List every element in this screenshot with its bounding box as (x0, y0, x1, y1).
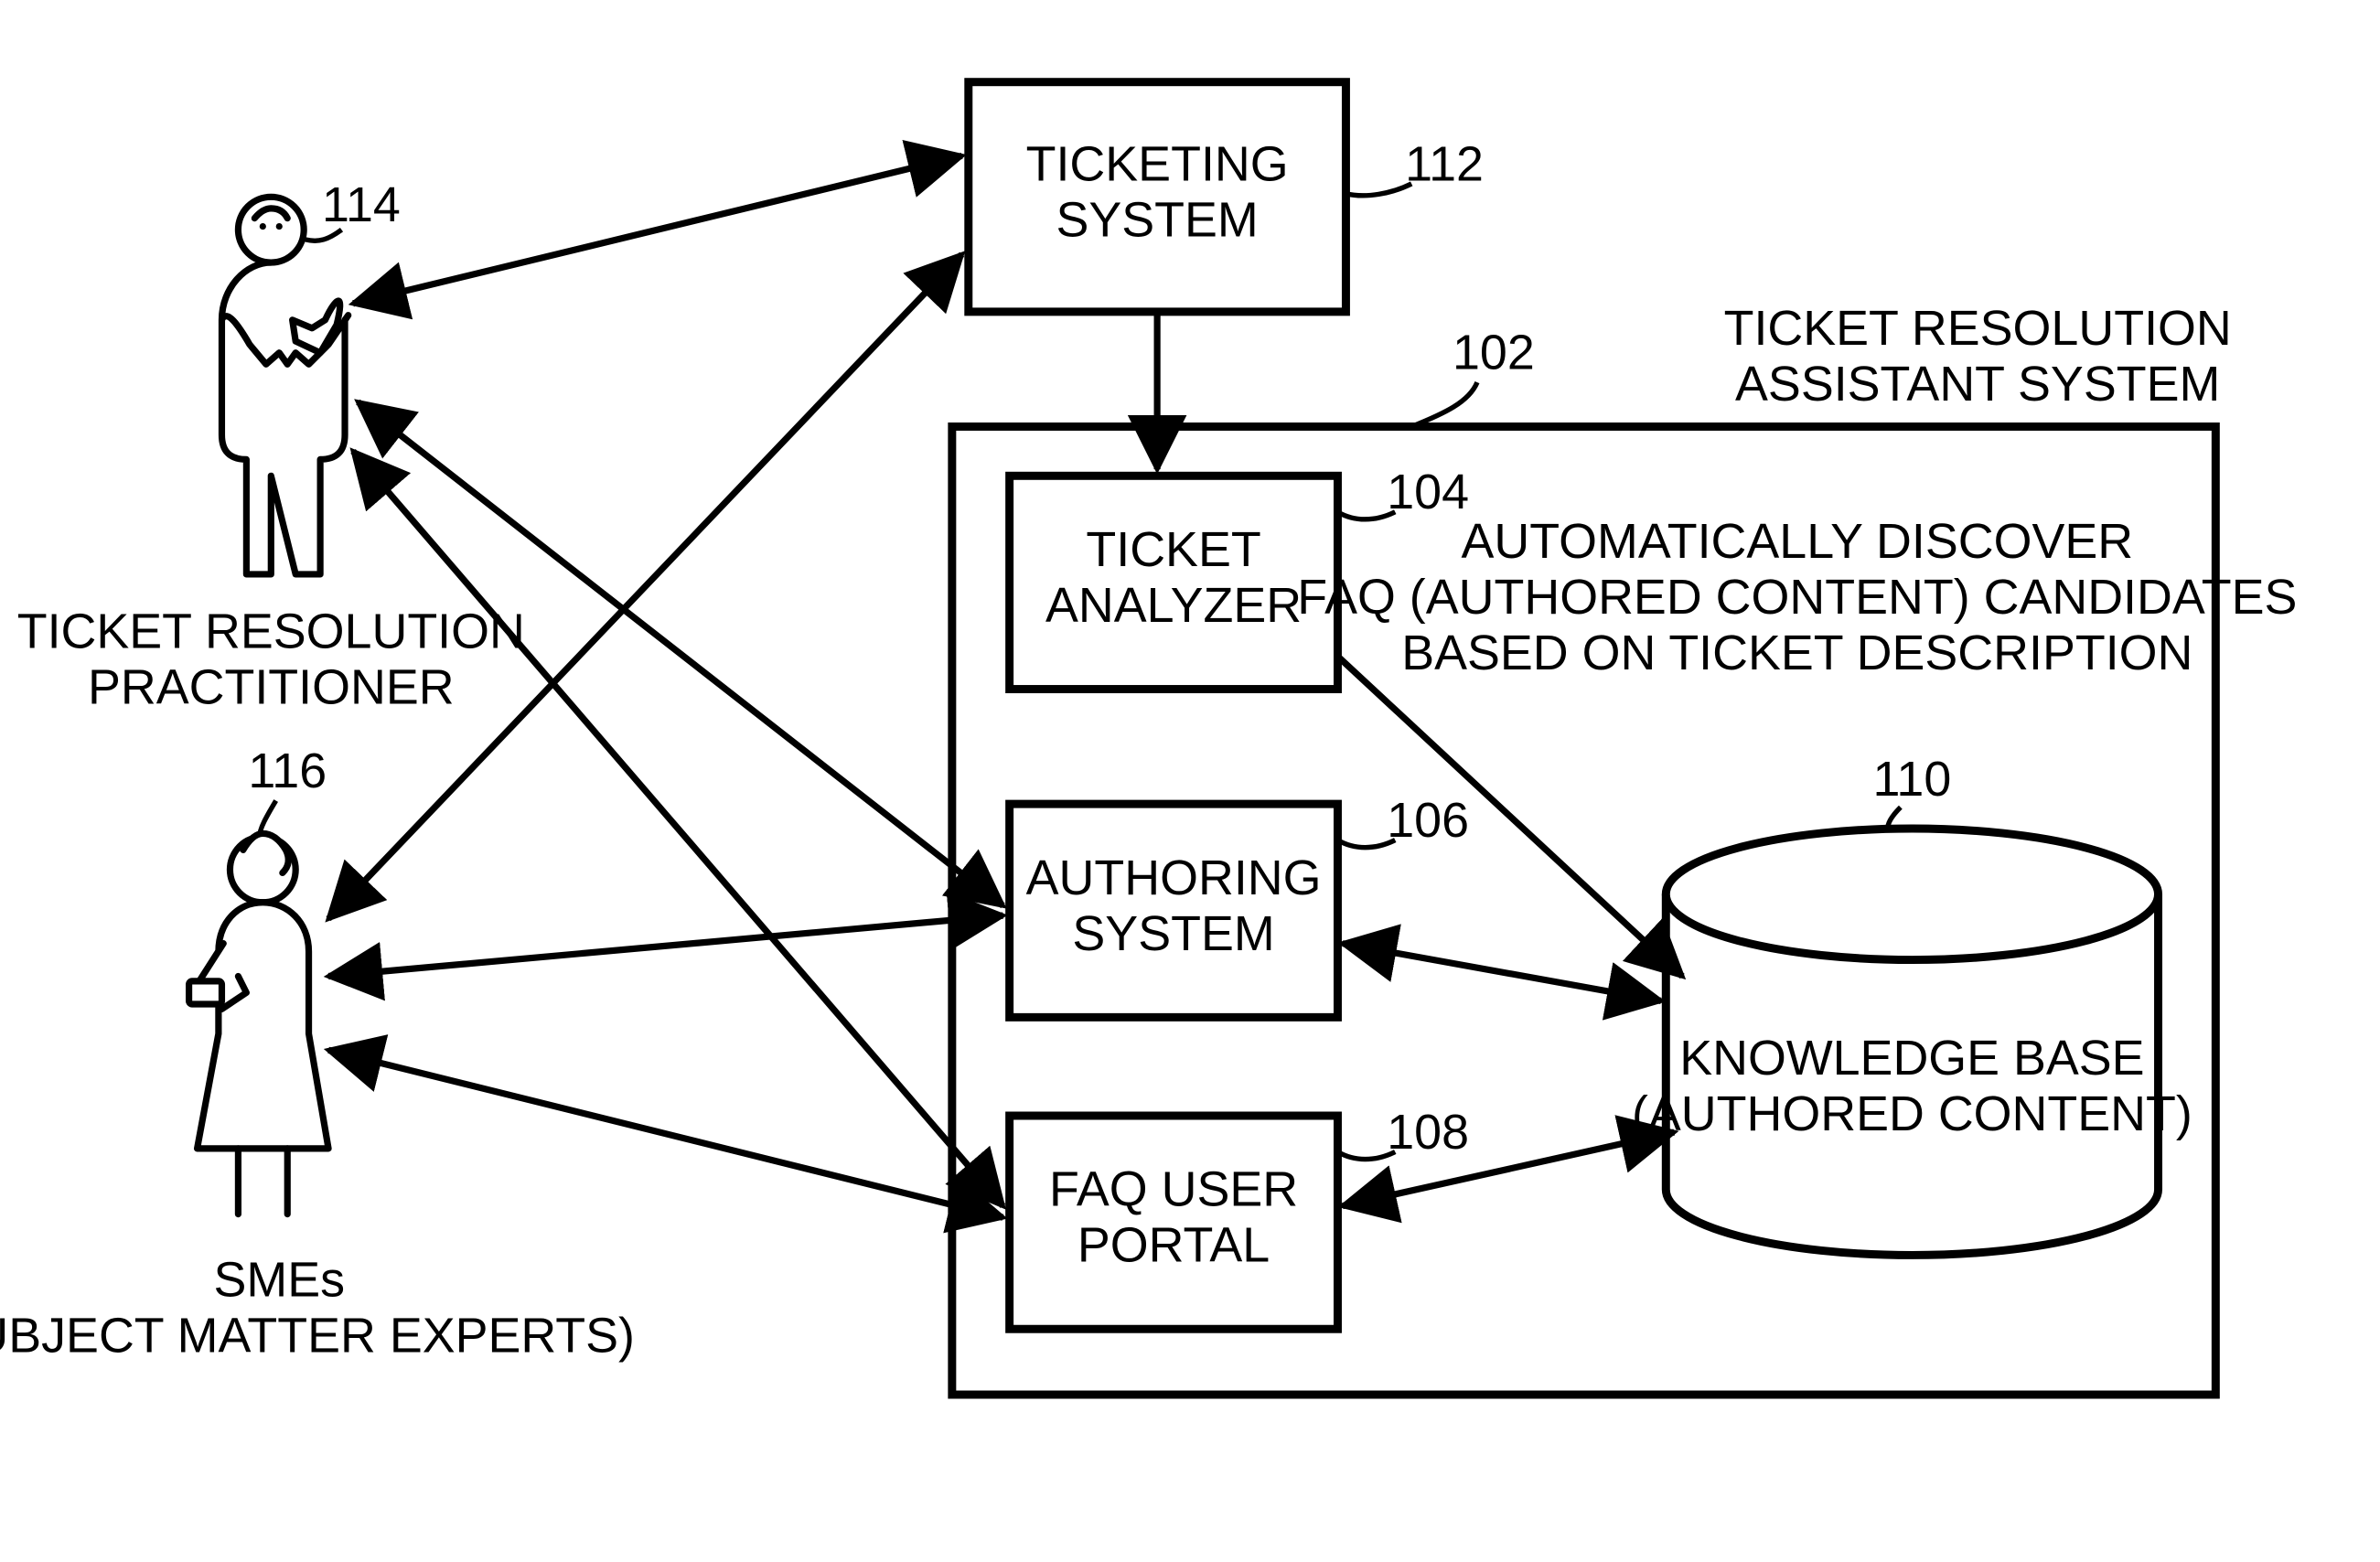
ref-116: 116 (248, 744, 327, 798)
ref-108: 108 (1387, 1105, 1469, 1160)
ref-112: 112 (1405, 136, 1484, 191)
leader-102 (1411, 382, 1477, 426)
edge-sme-portal (328, 1050, 1002, 1217)
practitioner-figure (221, 197, 348, 574)
assistant-system-label: TICKET RESOLUTIONASSISTANT SYSTEM (1724, 301, 2232, 412)
ref-106: 106 (1387, 793, 1469, 848)
faq-user-portal-label: FAQ USERPORTAL (1049, 1162, 1298, 1273)
ticketing-system-label: TICKETINGSYSTEM (1026, 136, 1289, 247)
knowledge-base-label: KNOWLEDGE BASE(AUTHORED CONTENT) (1632, 1031, 2192, 1141)
leader-112 (1345, 184, 1411, 196)
ref-110: 110 (1873, 752, 1952, 807)
sme-label: SMEs(SUBJECT MATTER EXPERTS) (0, 1252, 635, 1363)
edge-sme-authoring (328, 915, 1002, 976)
edge-sme-ticketing (328, 254, 962, 919)
sme-figure (189, 833, 328, 1214)
ref-104: 104 (1387, 465, 1469, 519)
practitioner-label: TICKET RESOLUTIONPRACTITIONER (17, 604, 525, 715)
ref-102: 102 (1453, 326, 1535, 380)
edge-practitioner-ticketing (353, 155, 962, 303)
ref-114: 114 (322, 177, 401, 232)
